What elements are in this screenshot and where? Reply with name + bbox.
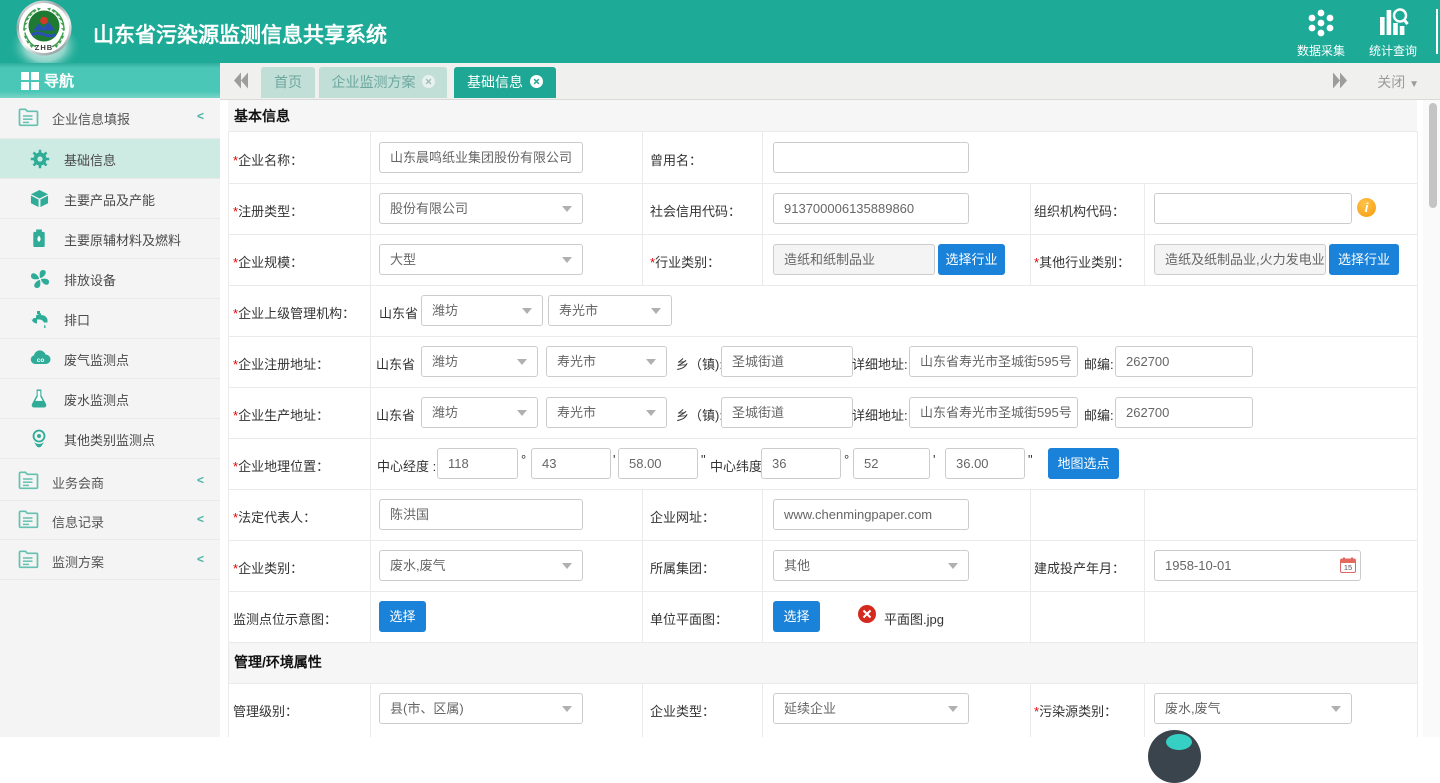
svg-text:co: co — [37, 357, 45, 364]
svg-text:15: 15 — [1344, 563, 1352, 572]
svg-text:ZHB: ZHB — [35, 43, 53, 52]
